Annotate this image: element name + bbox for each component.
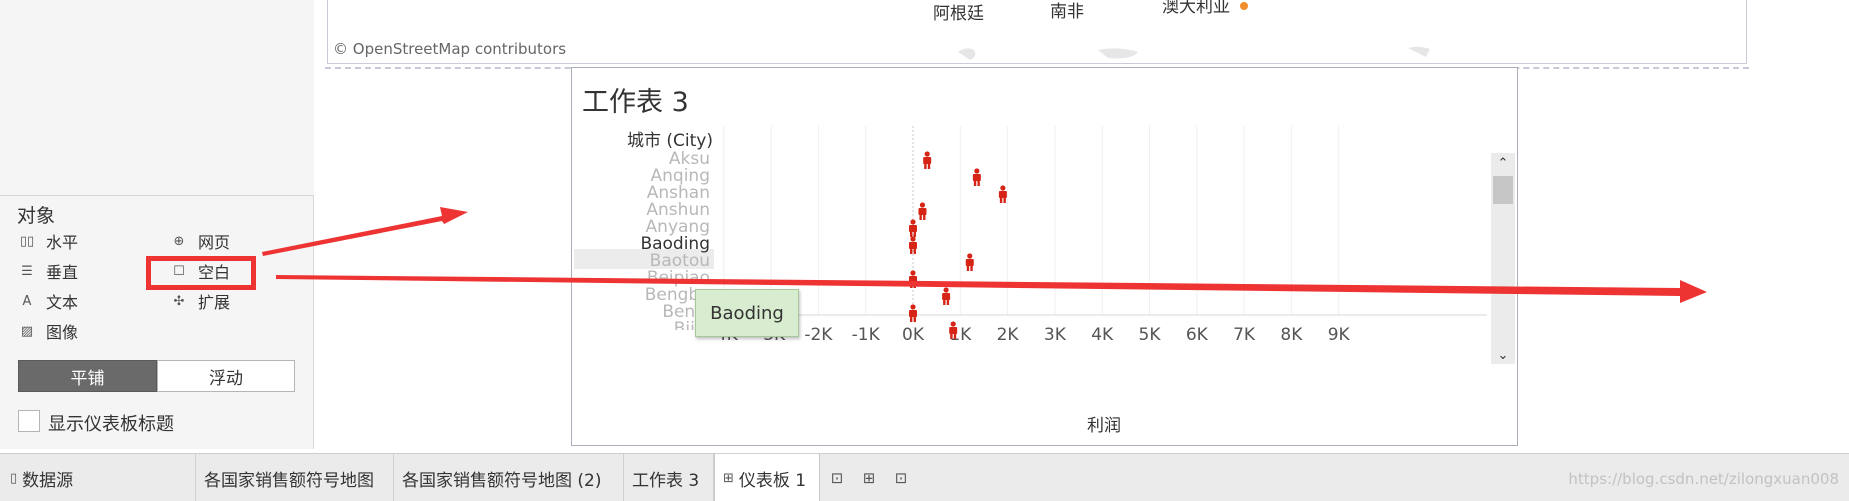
tab-dashboard-1[interactable]: ⊞ 仪表板 1	[714, 454, 820, 501]
object-horizontal[interactable]: ▯▯ 水平	[18, 229, 78, 253]
new-worksheet-icon[interactable]: ⊡	[824, 464, 850, 492]
dashboard-icon: ⊞	[723, 470, 734, 486]
x-tick-label: 9K	[1328, 325, 1351, 345]
x-tick-label: 8K	[1280, 325, 1303, 345]
new-story-icon[interactable]: ⊡	[888, 464, 914, 492]
object-web-page[interactable]: ⊕ 网页	[170, 229, 230, 253]
tab-label: 仪表板 1	[738, 470, 807, 491]
data-point-person-mark[interactable]	[998, 185, 1007, 203]
x-tick-label: 7K	[1233, 325, 1256, 345]
dashboard-left-panel: 对象 ▯▯ 水平 ⊕ 网页 ☰ 垂直 ☐ 空白 A 文本 ✣ 扩展 ▨ 图像 平…	[0, 0, 314, 449]
web-page-icon: ⊕	[173, 233, 185, 249]
tab-sales-symbol-map-2[interactable]: 各国家销售额符号地图 (2)	[394, 454, 624, 501]
vertical-container-icon: ☰	[21, 263, 33, 279]
x-tick-label: -1K	[852, 325, 881, 345]
show-dashboard-title-checkbox[interactable]	[18, 410, 40, 432]
scroll-down-chevron-icon[interactable]: ⌄	[1491, 345, 1515, 365]
tab-label: 数据源	[22, 470, 74, 491]
extension-icon: ✣	[173, 293, 185, 309]
object-label: 网页	[198, 233, 231, 252]
x-tick-label: 0K	[902, 325, 925, 345]
tab-label: 各国家销售额符号地图	[204, 470, 374, 491]
data-point-person-mark[interactable]	[972, 168, 981, 186]
object-label: 垂直	[46, 263, 79, 282]
data-point-person-mark[interactable]	[923, 151, 932, 169]
image-icon: ▨	[20, 323, 34, 339]
floating-layout-button[interactable]: 浮动	[157, 360, 295, 392]
new-dashboard-icon[interactable]: ⊞	[856, 464, 882, 492]
x-tick-label: 2K	[997, 325, 1020, 345]
x-tick-label: -2K	[804, 325, 833, 345]
data-point-person-mark[interactable]	[909, 270, 917, 288]
data-point-person-mark[interactable]	[918, 202, 927, 220]
tableau-dashboard-window: 对象 ▯▯ 水平 ⊕ 网页 ☰ 垂直 ☐ 空白 A 文本 ✣ 扩展 ▨ 图像 平…	[0, 0, 1849, 501]
blank-object-annotation-box	[146, 256, 256, 290]
left-panel-upper-area	[0, 0, 314, 196]
object-label: 水平	[46, 233, 79, 252]
object-vertical[interactable]: ☰ 垂直	[18, 259, 78, 283]
x-tick-label: 4K	[1091, 325, 1114, 345]
sheet-tab-bar: ▯ 数据源 各国家销售额符号地图 各国家销售额符号地图 (2) 工作表 3 ⊞ …	[0, 453, 1849, 501]
scrollbar-thumb[interactable]	[1493, 176, 1513, 204]
map-attribution[interactable]: © OpenStreetMap contributors	[333, 40, 566, 58]
x-tick-label: 5K	[1139, 325, 1162, 345]
map-label-argentina: 阿根廷	[933, 4, 984, 24]
data-point-person-mark[interactable]	[942, 287, 951, 305]
tab-worksheet-3[interactable]: 工作表 3	[624, 454, 714, 501]
horizontal-container-icon: ▯▯	[19, 233, 35, 249]
map-label-south-africa: 南非	[1050, 2, 1084, 22]
text-icon: A	[22, 293, 32, 309]
tab-label: 各国家销售额符号地图 (2)	[402, 470, 602, 491]
objects-section-title: 对象	[17, 205, 56, 227]
map-symbol-dot[interactable]	[1240, 2, 1248, 10]
object-label: 图像	[46, 323, 79, 342]
tiled-layout-button[interactable]: 平铺	[18, 360, 157, 392]
data-source-icon: ▯	[10, 470, 18, 486]
show-dashboard-title-label: 显示仪表板标题	[48, 414, 174, 435]
data-point-person-mark[interactable]	[965, 253, 974, 271]
profit-scatter-plot[interactable]: -4K-3K-2K-1K0K1K2K3K4K5K6K7K8K9K	[572, 68, 1519, 447]
map-label-australia: 澳大利亚	[1162, 0, 1230, 17]
object-image[interactable]: ▨ 图像	[18, 319, 78, 343]
watermark-text: https://blog.csdn.net/zilongxuan008	[1568, 470, 1839, 488]
hover-tooltip: Baoding	[695, 289, 799, 337]
tab-data-source[interactable]: ▯ 数据源	[2, 454, 196, 501]
object-extension[interactable]: ✣ 扩展	[170, 289, 230, 313]
worksheet-3-panel[interactable]: 工作表 3 城市 (City) Aksu Anqing Anshan Anshun An…	[571, 67, 1518, 446]
x-tick-label: 3K	[1044, 325, 1067, 345]
x-tick-label: 6K	[1186, 325, 1209, 345]
object-label: 文本	[46, 293, 79, 312]
scroll-up-chevron-icon[interactable]: ⌃	[1491, 153, 1515, 173]
tab-sales-symbol-map[interactable]: 各国家销售额符号地图	[196, 454, 394, 501]
data-point-person-mark[interactable]	[909, 304, 917, 322]
object-label: 扩展	[198, 293, 231, 312]
object-text[interactable]: A 文本	[18, 289, 78, 313]
x-axis-title: 利润	[1087, 416, 1121, 436]
tab-label: 工作表 3	[632, 470, 700, 491]
map-view[interactable]: 阿根廷 南非 澳大利亚 © OpenStreetMap contributors	[327, 0, 1747, 64]
